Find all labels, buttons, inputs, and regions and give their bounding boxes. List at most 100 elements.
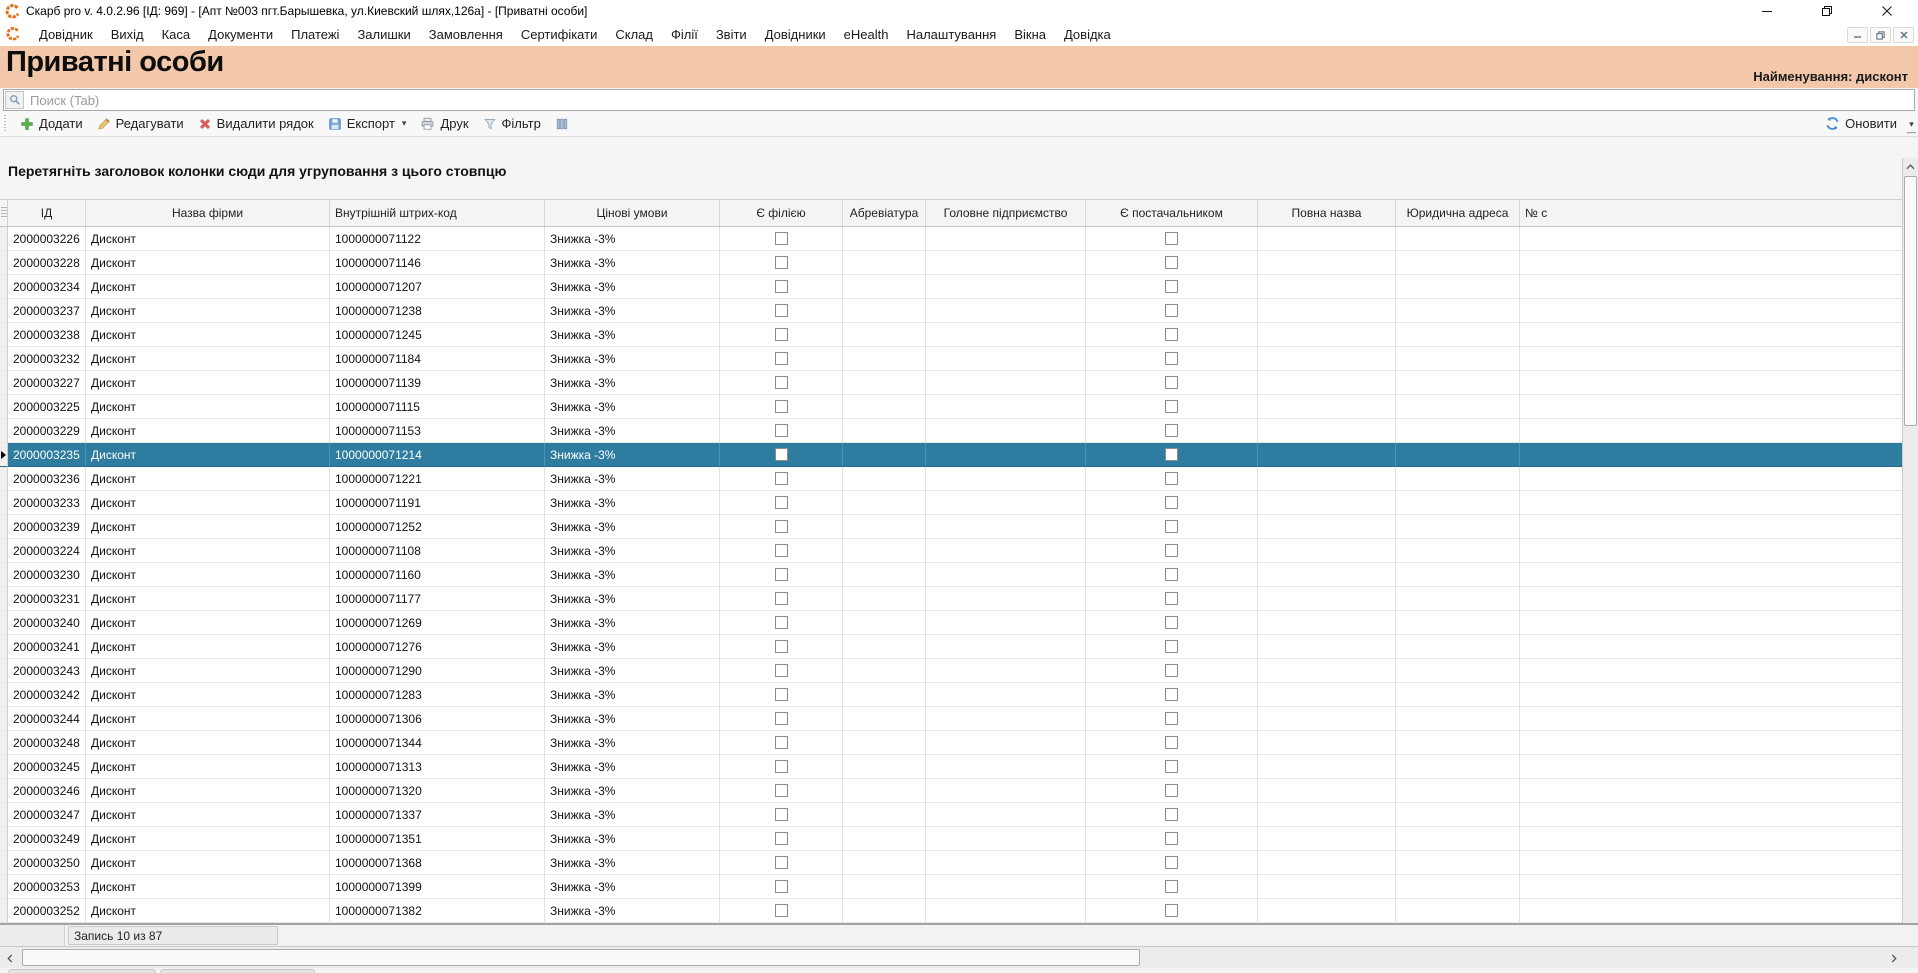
- checkbox-is-supplier[interactable]: [1165, 520, 1178, 533]
- table-row[interactable]: 2000003247Дисконт1000000071337Знижка -3%: [0, 803, 1902, 827]
- checkbox-is-branch[interactable]: [775, 592, 788, 605]
- checkbox-is-branch[interactable]: [775, 664, 788, 677]
- checkbox-is-branch[interactable]: [775, 376, 788, 389]
- checkbox-is-branch[interactable]: [775, 328, 788, 341]
- print-button[interactable]: Друк: [413, 113, 475, 134]
- menu-item-Каса[interactable]: Каса: [153, 24, 200, 45]
- table-row[interactable]: 2000003230Дисконт1000000071160Знижка -3%: [0, 563, 1902, 587]
- menu-item-Склад[interactable]: Склад: [606, 24, 662, 45]
- checkbox-is-supplier[interactable]: [1165, 328, 1178, 341]
- checkbox-is-supplier[interactable]: [1165, 496, 1178, 509]
- menu-item-Вихід[interactable]: Вихід: [102, 24, 153, 45]
- menu-item-eHealth[interactable]: eHealth: [835, 24, 898, 45]
- checkbox-is-branch[interactable]: [775, 280, 788, 293]
- checkbox-is-supplier[interactable]: [1165, 304, 1178, 317]
- toolbar-overflow-button[interactable]: ▾—: [1907, 120, 1916, 136]
- column-header[interactable]: Головне підприємство: [926, 200, 1086, 226]
- menu-item-Довідка[interactable]: Довідка: [1055, 24, 1120, 45]
- table-row[interactable]: 2000003238Дисконт1000000071245Знижка -3%: [0, 323, 1902, 347]
- checkbox-is-supplier[interactable]: [1165, 904, 1178, 917]
- checkbox-is-supplier[interactable]: [1165, 472, 1178, 485]
- columns-button[interactable]: [548, 114, 576, 134]
- menu-item-Звіти[interactable]: Звіти: [707, 24, 756, 45]
- table-row[interactable]: 2000003237Дисконт1000000071238Знижка -3%: [0, 299, 1902, 323]
- column-header[interactable]: Внутрішній штрих-код: [330, 200, 545, 226]
- column-header[interactable]: Повна назва: [1258, 200, 1396, 226]
- checkbox-is-supplier[interactable]: [1165, 424, 1178, 437]
- checkbox-is-branch[interactable]: [775, 496, 788, 509]
- checkbox-is-branch[interactable]: [775, 736, 788, 749]
- checkbox-is-branch[interactable]: [775, 352, 788, 365]
- checkbox-is-supplier[interactable]: [1165, 712, 1178, 725]
- scroll-right-icon[interactable]: [1886, 950, 1902, 966]
- checkbox-is-branch[interactable]: [775, 448, 788, 461]
- checkbox-is-branch[interactable]: [775, 568, 788, 581]
- refresh-button[interactable]: Оновити: [1818, 113, 1904, 134]
- checkbox-is-supplier[interactable]: [1165, 664, 1178, 677]
- checkbox-is-branch[interactable]: [775, 232, 788, 245]
- checkbox-is-branch[interactable]: [775, 472, 788, 485]
- search-icon[interactable]: [5, 91, 24, 109]
- minimize-button[interactable]: [1754, 2, 1780, 20]
- table-row[interactable]: 2000003235Дисконт1000000071214Знижка -3%: [0, 443, 1902, 467]
- checkbox-is-supplier[interactable]: [1165, 568, 1178, 581]
- mdi-minimize-button[interactable]: [1847, 27, 1868, 43]
- vertical-scrollbar[interactable]: [1902, 158, 1918, 946]
- restore-button[interactable]: [1814, 2, 1840, 20]
- add-button[interactable]: Додати: [13, 113, 90, 134]
- menu-item-Залишки[interactable]: Залишки: [348, 24, 419, 45]
- export-button[interactable]: Експорт ▾: [321, 113, 414, 134]
- table-row[interactable]: 2000003248Дисконт1000000071344Знижка -3%: [0, 731, 1902, 755]
- horizontal-scroll-thumb[interactable]: [22, 949, 1140, 966]
- checkbox-is-supplier[interactable]: [1165, 256, 1178, 269]
- checkbox-is-branch[interactable]: [775, 856, 788, 869]
- checkbox-is-branch[interactable]: [775, 640, 788, 653]
- mdi-close-button[interactable]: [1893, 27, 1914, 43]
- table-row[interactable]: 2000003232Дисконт1000000071184Знижка -3%: [0, 347, 1902, 371]
- checkbox-is-branch[interactable]: [775, 904, 788, 917]
- table-row[interactable]: 2000003242Дисконт1000000071283Знижка -3%: [0, 683, 1902, 707]
- group-by-panel[interactable]: Перетягніть заголовок колонки сюди для у…: [0, 137, 1918, 200]
- table-row[interactable]: 2000003231Дисконт1000000071177Знижка -3%: [0, 587, 1902, 611]
- close-button[interactable]: [1874, 2, 1900, 20]
- checkbox-is-branch[interactable]: [775, 520, 788, 533]
- checkbox-is-supplier[interactable]: [1165, 640, 1178, 653]
- checkbox-is-branch[interactable]: [775, 304, 788, 317]
- checkbox-is-supplier[interactable]: [1165, 760, 1178, 773]
- search-input[interactable]: [25, 93, 1914, 108]
- column-header[interactable]: Є філією: [720, 200, 843, 226]
- checkbox-is-branch[interactable]: [775, 424, 788, 437]
- checkbox-is-supplier[interactable]: [1165, 400, 1178, 413]
- column-header[interactable]: Назва фірми: [86, 200, 330, 226]
- checkbox-is-supplier[interactable]: [1165, 688, 1178, 701]
- checkbox-is-supplier[interactable]: [1165, 544, 1178, 557]
- checkbox-is-branch[interactable]: [775, 256, 788, 269]
- table-row[interactable]: 2000003233Дисконт1000000071191Знижка -3%: [0, 491, 1902, 515]
- mdi-restore-button[interactable]: [1870, 27, 1891, 43]
- table-row[interactable]: 2000003246Дисконт1000000071320Знижка -3%: [0, 779, 1902, 803]
- checkbox-is-supplier[interactable]: [1165, 832, 1178, 845]
- table-row[interactable]: 2000003249Дисконт1000000071351Знижка -3%: [0, 827, 1902, 851]
- checkbox-is-supplier[interactable]: [1165, 808, 1178, 821]
- menu-item-Документи[interactable]: Документи: [199, 24, 282, 45]
- table-row[interactable]: 2000003244Дисконт1000000071306Знижка -3%: [0, 707, 1902, 731]
- checkbox-is-supplier[interactable]: [1165, 880, 1178, 893]
- column-header[interactable]: Є постачальником: [1086, 200, 1258, 226]
- table-row[interactable]: 2000003225Дисконт1000000071115Знижка -3%: [0, 395, 1902, 419]
- filter-button[interactable]: Фільтр: [476, 113, 548, 134]
- column-header[interactable]: Абревіатура: [843, 200, 926, 226]
- checkbox-is-branch[interactable]: [775, 544, 788, 557]
- horizontal-scrollbar[interactable]: [0, 946, 1918, 968]
- checkbox-is-branch[interactable]: [775, 808, 788, 821]
- checkbox-is-branch[interactable]: [775, 760, 788, 773]
- menu-item-Налаштування[interactable]: Налаштування: [897, 24, 1005, 45]
- checkbox-is-branch[interactable]: [775, 784, 788, 797]
- table-row[interactable]: 2000003226Дисконт1000000071122Знижка -3%: [0, 227, 1902, 251]
- checkbox-is-supplier[interactable]: [1165, 280, 1178, 293]
- menu-item-Філії[interactable]: Філії: [662, 24, 707, 45]
- scroll-left-icon[interactable]: [2, 950, 18, 966]
- table-row[interactable]: 2000003228Дисконт1000000071146Знижка -3%: [0, 251, 1902, 275]
- toolbar-grip-handle[interactable]: [3, 115, 8, 132]
- checkbox-is-supplier[interactable]: [1165, 616, 1178, 629]
- checkbox-is-branch[interactable]: [775, 400, 788, 413]
